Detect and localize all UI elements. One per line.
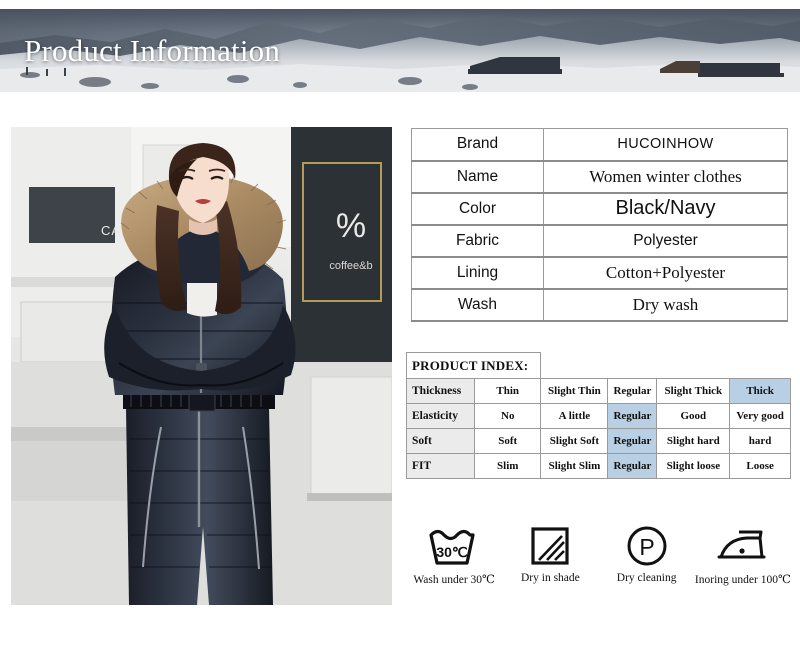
care-label: Dry in shade — [520, 572, 580, 584]
index-cell-selected[interactable]: Regular — [607, 428, 658, 454]
table-row: Lining Cotton+Polyester — [411, 255, 788, 290]
index-cell[interactable]: A little — [540, 403, 609, 429]
dry-cleaning-icon: P — [624, 524, 670, 568]
table-row: Thickness Thin Slight Thin Regular Sligh… — [406, 378, 791, 404]
care-label: Dry cleaning — [616, 572, 677, 584]
care-instructions: 30℃ Wash under 30℃ Dry in shade P Dry cl… — [406, 524, 791, 586]
index-row-label: FIT — [406, 453, 475, 479]
index-cell[interactable]: Very good — [729, 403, 791, 429]
spec-key: Lining — [411, 255, 544, 290]
index-cell[interactable]: Slight Thin — [540, 378, 609, 404]
index-row-label: Thickness — [406, 378, 475, 404]
svg-text:coffee&b: coffee&b — [329, 260, 372, 272]
spec-value: Dry wash — [543, 287, 788, 322]
care-item-dry-in-shade: Dry in shade — [502, 524, 598, 586]
index-cell[interactable]: Slight Soft — [540, 428, 609, 454]
spec-value: Polyester — [543, 223, 788, 258]
index-cell-selected[interactable]: Thick — [729, 378, 791, 404]
spec-table-body: Brand HUCOINHOW Name Women winter clothe… — [411, 128, 788, 322]
index-cell[interactable]: Slight Slim — [540, 453, 609, 479]
index-cell[interactable]: Slim — [473, 453, 542, 479]
svg-text:P: P — [639, 534, 654, 560]
product-spec-table: Brand HUCOINHOW Name Women winter clothe… — [411, 128, 788, 322]
index-cell[interactable]: Slight hard — [656, 428, 731, 454]
spec-value: Cotton+Polyester — [543, 255, 788, 290]
index-cell[interactable]: Regular — [607, 378, 658, 404]
product-photo[interactable]: CAMM % coffee&b — [11, 127, 392, 605]
index-cell[interactable]: Good — [656, 403, 731, 429]
spec-value: HUCOINHOW — [543, 128, 788, 162]
table-row: Name Women winter clothes — [411, 159, 788, 194]
spec-value: Black/Navy — [543, 191, 788, 226]
spec-key: Brand — [411, 128, 544, 162]
spec-key: Color — [411, 191, 544, 226]
care-item-ironing: Inoring under 100℃ — [695, 524, 791, 586]
product-index-title: PRODUCT INDEX: — [405, 352, 542, 379]
index-cell[interactable]: hard — [729, 428, 791, 454]
index-cell[interactable]: Slight Thick — [656, 378, 731, 404]
product-information-page: Product Information % coffee&b Brand HUC… — [0, 0, 800, 656]
svg-text:30℃: 30℃ — [436, 544, 468, 560]
care-label: Inoring under 100℃ — [694, 574, 791, 586]
care-item-wash: 30℃ Wash under 30℃ — [406, 524, 502, 586]
care-label: Wash under 30℃ — [413, 574, 495, 586]
index-cell[interactable]: Slight loose — [656, 453, 731, 479]
spec-value: Women winter clothes — [543, 159, 788, 194]
index-row-label: Soft — [406, 428, 475, 454]
spec-key: Name — [411, 159, 544, 194]
spec-key: Wash — [411, 287, 544, 322]
table-row: Color Black/Navy — [411, 191, 788, 226]
index-cell-selected[interactable]: Regular — [607, 403, 658, 429]
index-cell-selected[interactable]: Regular — [607, 453, 658, 479]
page-banner: Product Information — [0, 9, 800, 92]
spec-key: Fabric — [411, 223, 544, 258]
table-row: Wash Dry wash — [411, 287, 788, 322]
dry-in-shade-icon — [528, 524, 572, 568]
index-cell[interactable]: Soft — [473, 428, 542, 454]
table-row: Soft Soft Slight Soft Regular Slight har… — [406, 428, 791, 454]
table-row: Elasticity No A little Regular Good Very… — [406, 403, 791, 429]
index-cell[interactable]: No — [473, 403, 542, 429]
iron-icon — [714, 524, 772, 568]
table-row: Brand HUCOINHOW — [411, 128, 788, 162]
product-index-section: PRODUCT INDEX: Thickness Thin Slight Thi… — [405, 352, 791, 479]
index-cell[interactable]: Thin — [473, 378, 542, 404]
index-title-spacer — [541, 353, 791, 379]
page-title: Product Information — [24, 33, 281, 68]
table-row: FIT Slim Slight Slim Regular Slight loos… — [406, 453, 791, 479]
svg-text:%: % — [336, 207, 366, 245]
index-table-body: PRODUCT INDEX: Thickness Thin Slight Thi… — [405, 352, 791, 479]
index-cell[interactable]: Loose — [729, 453, 791, 479]
table-row: Fabric Polyester — [411, 223, 788, 258]
care-item-dry-cleaning: P Dry cleaning — [599, 524, 695, 586]
index-title-row: PRODUCT INDEX: — [405, 352, 791, 379]
product-index-table: PRODUCT INDEX: Thickness Thin Slight Thi… — [405, 352, 791, 479]
wash-tub-icon: 30℃ — [425, 524, 483, 568]
index-row-label: Elasticity — [406, 403, 475, 429]
